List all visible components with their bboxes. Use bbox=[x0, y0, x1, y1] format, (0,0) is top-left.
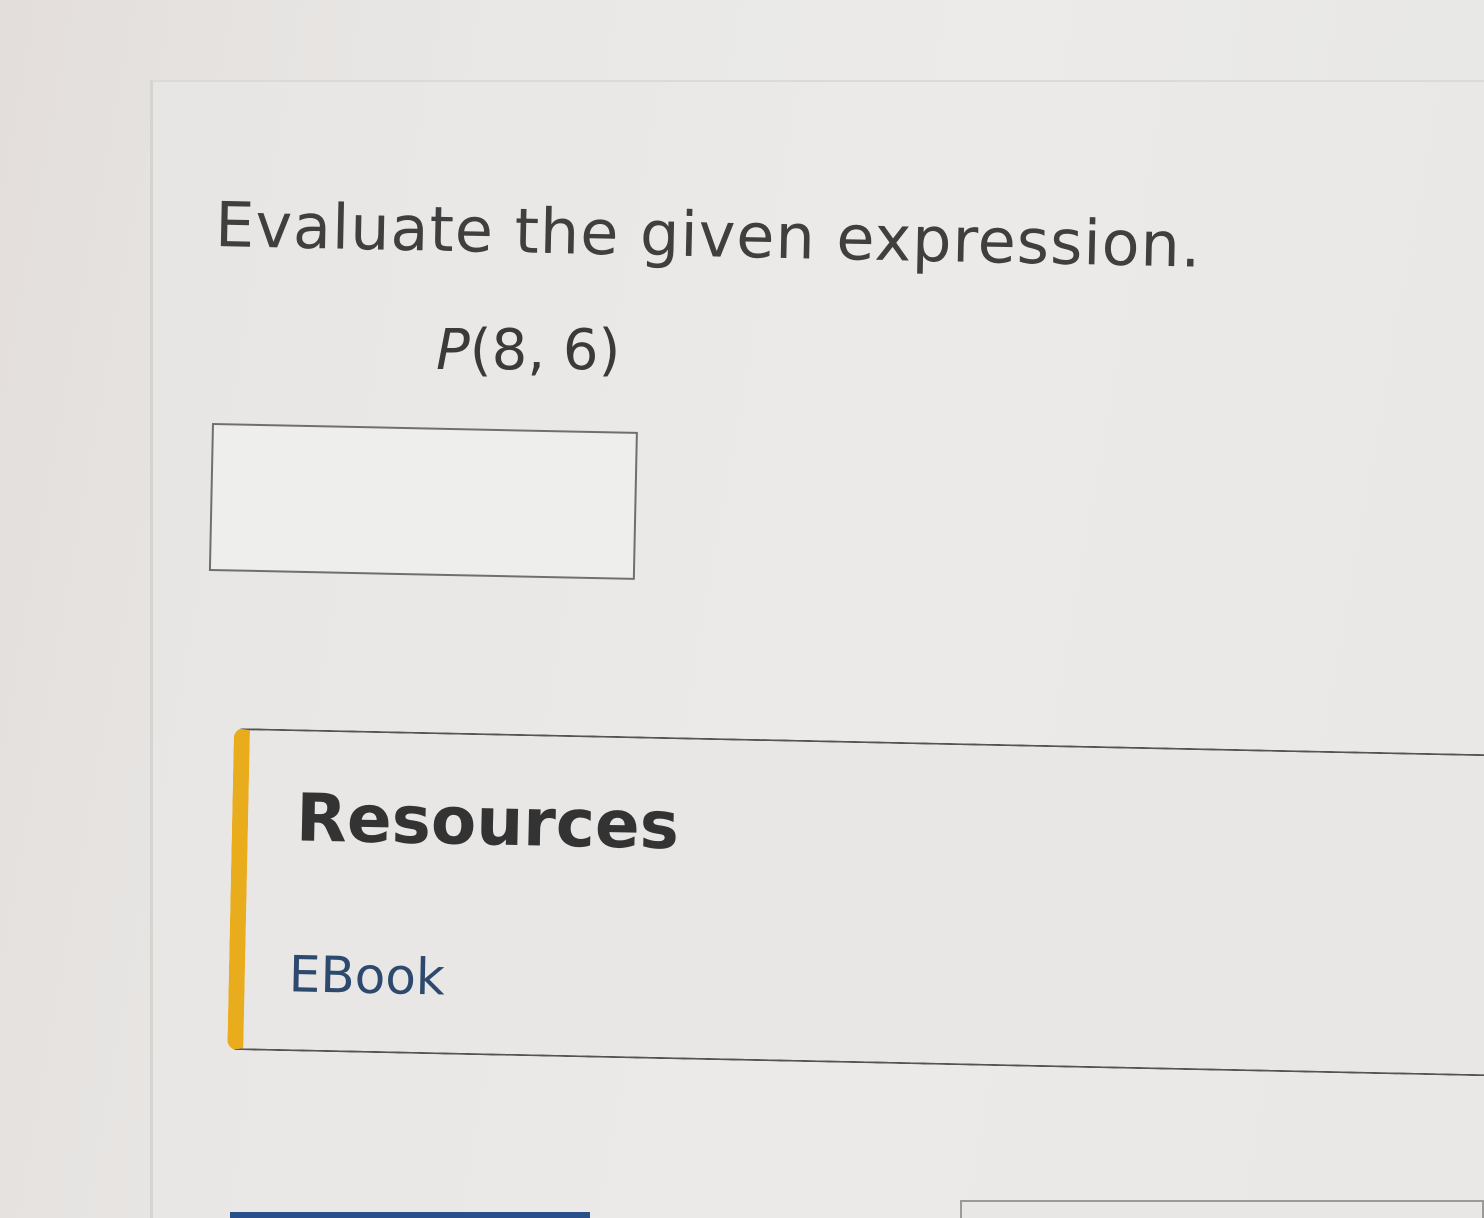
resources-title: Resources bbox=[295, 779, 680, 865]
bottom-box-edge[interactable] bbox=[960, 1200, 1484, 1218]
resources-panel: Resources EBook bbox=[227, 728, 1484, 1078]
expression-variable: P bbox=[436, 318, 470, 383]
expression-arguments: (8, 6) bbox=[469, 318, 621, 383]
expression: P(8, 6) bbox=[436, 318, 620, 383]
page: Evaluate the given expression. P(8, 6) R… bbox=[0, 0, 1484, 1218]
answer-input[interactable] bbox=[208, 423, 638, 580]
bottom-button-edge[interactable] bbox=[230, 1212, 590, 1218]
ebook-link[interactable]: EBook bbox=[288, 945, 445, 1006]
